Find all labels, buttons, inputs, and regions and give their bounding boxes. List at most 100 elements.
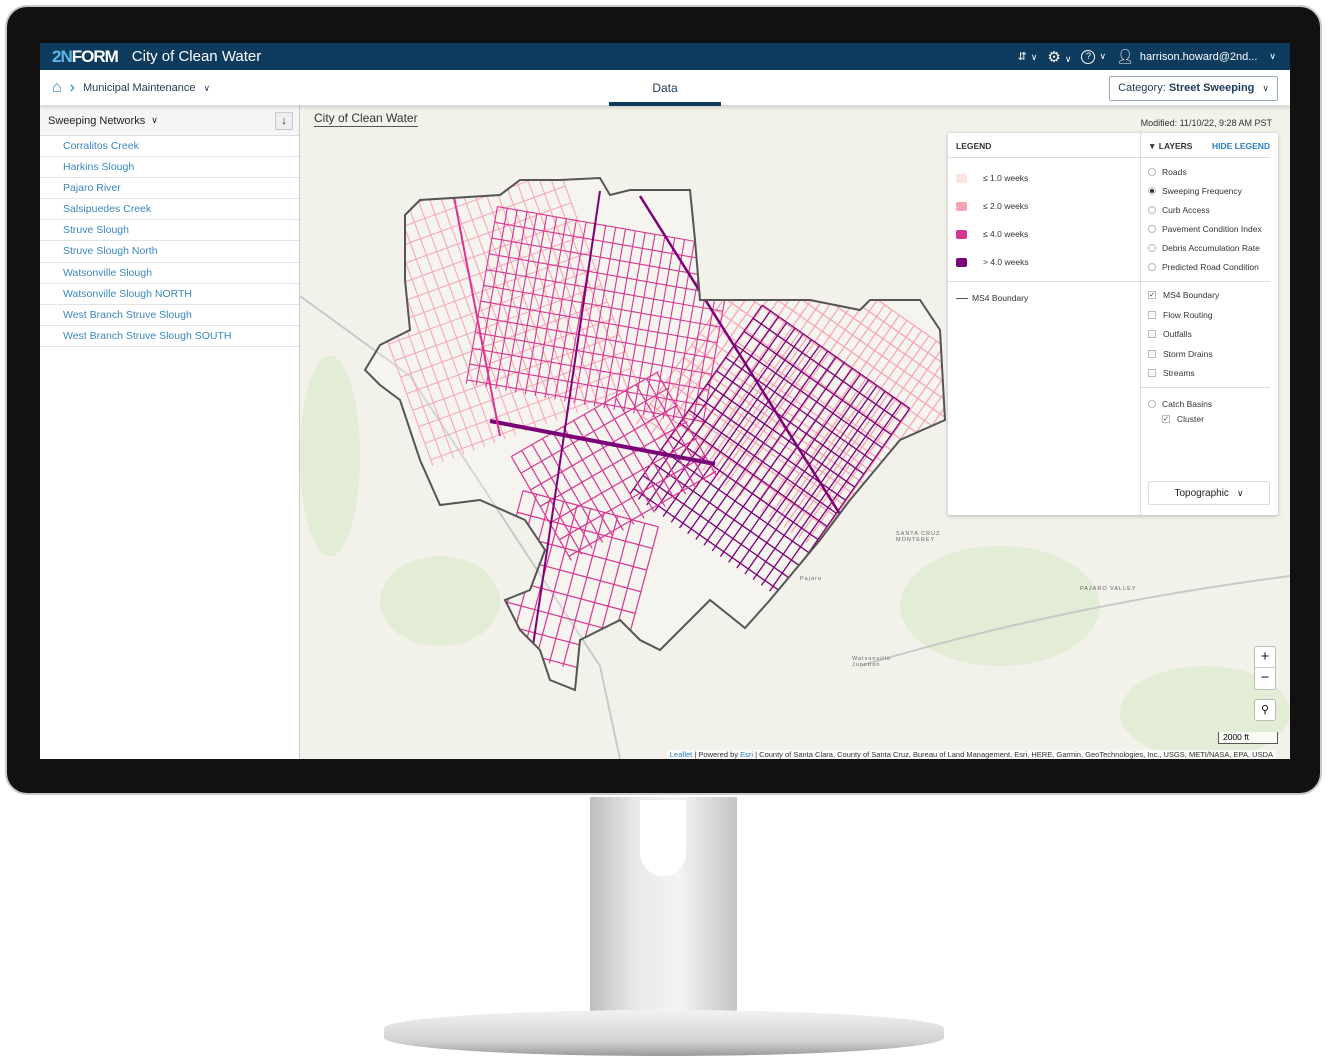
radio[interactable] [1148,168,1156,176]
layer-checkbox[interactable]: Storm Drains [1148,349,1213,359]
color-swatch [956,201,967,211]
color-swatch [956,257,967,267]
layers-toggle[interactable]: ▼ LAYERS [1148,141,1192,151]
layer-cluster[interactable]: ✓ Cluster [1162,414,1204,424]
checkbox[interactable]: ✓ [1162,415,1170,423]
chevron-down-icon: ∨ [1236,488,1244,498]
sub-bar: ⌂ › Municipal Maintenance ∨ Data Category… [40,70,1290,106]
checkbox[interactable] [1148,369,1156,377]
color-swatch [956,173,967,183]
layer-radio[interactable]: Debris Accumulation Rate [1148,243,1260,253]
scale-bar: 2000 ft [1218,732,1278,744]
map[interactable]: PAJARO VALLEY Pajaro Watsonville Junctio… [300,106,1290,759]
legend-swatch-row: ≤ 1.0 weeks [956,173,1028,183]
monitor-base [384,1010,944,1056]
layer-checkbox[interactable]: Flow Routing [1148,310,1213,320]
sort-menu[interactable]: ⇵ ∨ [1018,50,1038,63]
network-item[interactable]: West Branch Struve Slough SOUTH [40,326,299,347]
map-label: Pajaro [800,576,822,582]
download-icon[interactable]: ↓ [275,111,293,130]
leaflet-link[interactable]: Leaflet [670,750,693,759]
top-bar: 2NFORM City of Clean Water ⇵ ∨ ⚙ ∨ ? ∨ 👤︎ ha… [40,43,1290,70]
network-item[interactable]: Corralitos Creek [40,136,299,158]
user-icon: 👤︎ [1116,48,1134,64]
tab-data[interactable]: Data [609,70,721,106]
layer-radio[interactable]: Curb Access [1148,205,1210,215]
legend-swatch-row: ≤ 4.0 weeks [956,229,1028,239]
checkbox[interactable] [1148,330,1156,338]
legend-swatch-row: > 4.0 weeks [956,257,1029,267]
layer-radio[interactable]: Pavement Condition Index [1148,224,1262,234]
radio[interactable] [1148,187,1156,195]
app-screen: 2NFORM City of Clean Water ⇵ ∨ ⚙ ∨ ? ∨ 👤︎ ha… [40,43,1290,759]
map-label: Watsonville Junction [852,656,891,668]
chevron-down-icon: ∨ [1099,50,1107,61]
chevron-right-icon: › [69,78,75,96]
basemap-dropdown[interactable]: Topographic ∨ [1148,481,1270,505]
radio[interactable] [1148,225,1156,233]
network-item[interactable]: Harkins Slough [40,157,299,179]
user-name: harrison.howard@2nd... [1139,50,1258,63]
home-icon[interactable]: ⌂ [52,79,62,97]
radio[interactable] [1148,263,1156,271]
checkbox[interactable] [1148,310,1156,319]
chevron-down-icon: ∨ [151,115,158,125]
checkbox[interactable] [1148,349,1156,358]
zoom-control: + − [1254,646,1276,690]
chevron-down-icon: ∨ [1030,52,1038,62]
map-title: City of Clean Water [314,111,418,127]
breadcrumb[interactable]: Municipal Maintenance ∨ [83,82,210,94]
map-label: PAJARO VALLEY [1080,586,1137,592]
locate-button[interactable]: ⚲ [1254,699,1276,721]
radio[interactable] [1148,244,1156,252]
layer-catch-basins[interactable]: Catch Basins [1148,399,1212,409]
line-icon [956,297,968,299]
map-pin-icon: ⚲ [1260,704,1270,716]
sidebar: Sweeping Networks ∨ ↓ Corralitos Creek Hark… [40,106,300,759]
modified-timestamp: Modified: 11/10/22, 9:28 AM PST [1140,118,1272,128]
help-icon: ? [1081,49,1096,64]
legend-panel: LEGEND ▼ LAYERS HIDE LEGEND ≤ 1.0 weeks ≤… [948,133,1278,515]
networks-dropdown[interactable]: Sweeping Networks ∨ ↓ [40,106,299,136]
zoom-in-button[interactable]: + [1255,647,1275,668]
legend-boundary: MS4 Boundary [956,293,1028,303]
network-item[interactable]: Watsonville Slough NORTH [40,284,299,305]
layer-radio[interactable]: Sweeping Frequency [1148,186,1242,196]
chevron-down-icon: ∨ [203,82,211,93]
category-dropdown[interactable]: Category: Street Sweeping ∨ [1109,76,1278,101]
radio[interactable] [1148,206,1156,214]
help-menu[interactable]: ? ∨ [1081,49,1107,64]
chevron-down-icon: ∨ [1064,53,1072,64]
layer-radio[interactable]: Roads [1148,167,1187,177]
legend-swatch-row: ≤ 2.0 weeks [956,201,1028,211]
legend-title: LEGEND [956,141,992,151]
chevron-down-icon: ∨ [1262,83,1269,93]
color-swatch [956,229,967,239]
terrain-area [900,546,1100,666]
layer-checkbox[interactable]: ✓ MS4 Boundary [1148,290,1219,300]
app-title: City of Clean Water [131,48,262,65]
chevron-down-icon: ∨ [1269,51,1276,61]
network-item[interactable]: West Branch Struve Slough [40,305,299,326]
user-menu[interactable]: 👤︎ harrison.howard@2nd... ∨ [1116,48,1276,65]
terrain-area [300,356,360,556]
logo[interactable]: 2NFORM [52,47,119,67]
network-item[interactable]: Pajaro River [40,178,299,200]
network-item[interactable]: Struve Slough North [40,241,299,263]
map-label: SANTA CRUZ MONTEREY [896,531,941,543]
terrain-area [380,556,500,646]
zoom-out-button[interactable]: − [1255,668,1275,689]
network-item[interactable]: Struve Slough [40,220,299,242]
checkbox[interactable]: ✓ [1148,291,1156,299]
sort-icon: ⇵ [1017,51,1027,63]
hide-legend-button[interactable]: HIDE LEGEND [1212,141,1270,151]
layer-checkbox[interactable]: Outfalls [1148,329,1192,339]
network-item[interactable]: Salsipuedes Creek [40,199,299,221]
layer-checkbox[interactable]: Streams [1148,368,1195,378]
esri-link[interactable]: Esri [740,750,753,759]
settings-menu[interactable]: ⚙ ∨ [1047,48,1071,66]
attribution: Leaflet | Powered by Esri | County of Sa… [666,750,1276,759]
radio[interactable] [1148,400,1156,408]
layer-radio[interactable]: Predicted Road Condition [1148,262,1259,272]
network-item[interactable]: Watsonville Slough [40,263,299,284]
